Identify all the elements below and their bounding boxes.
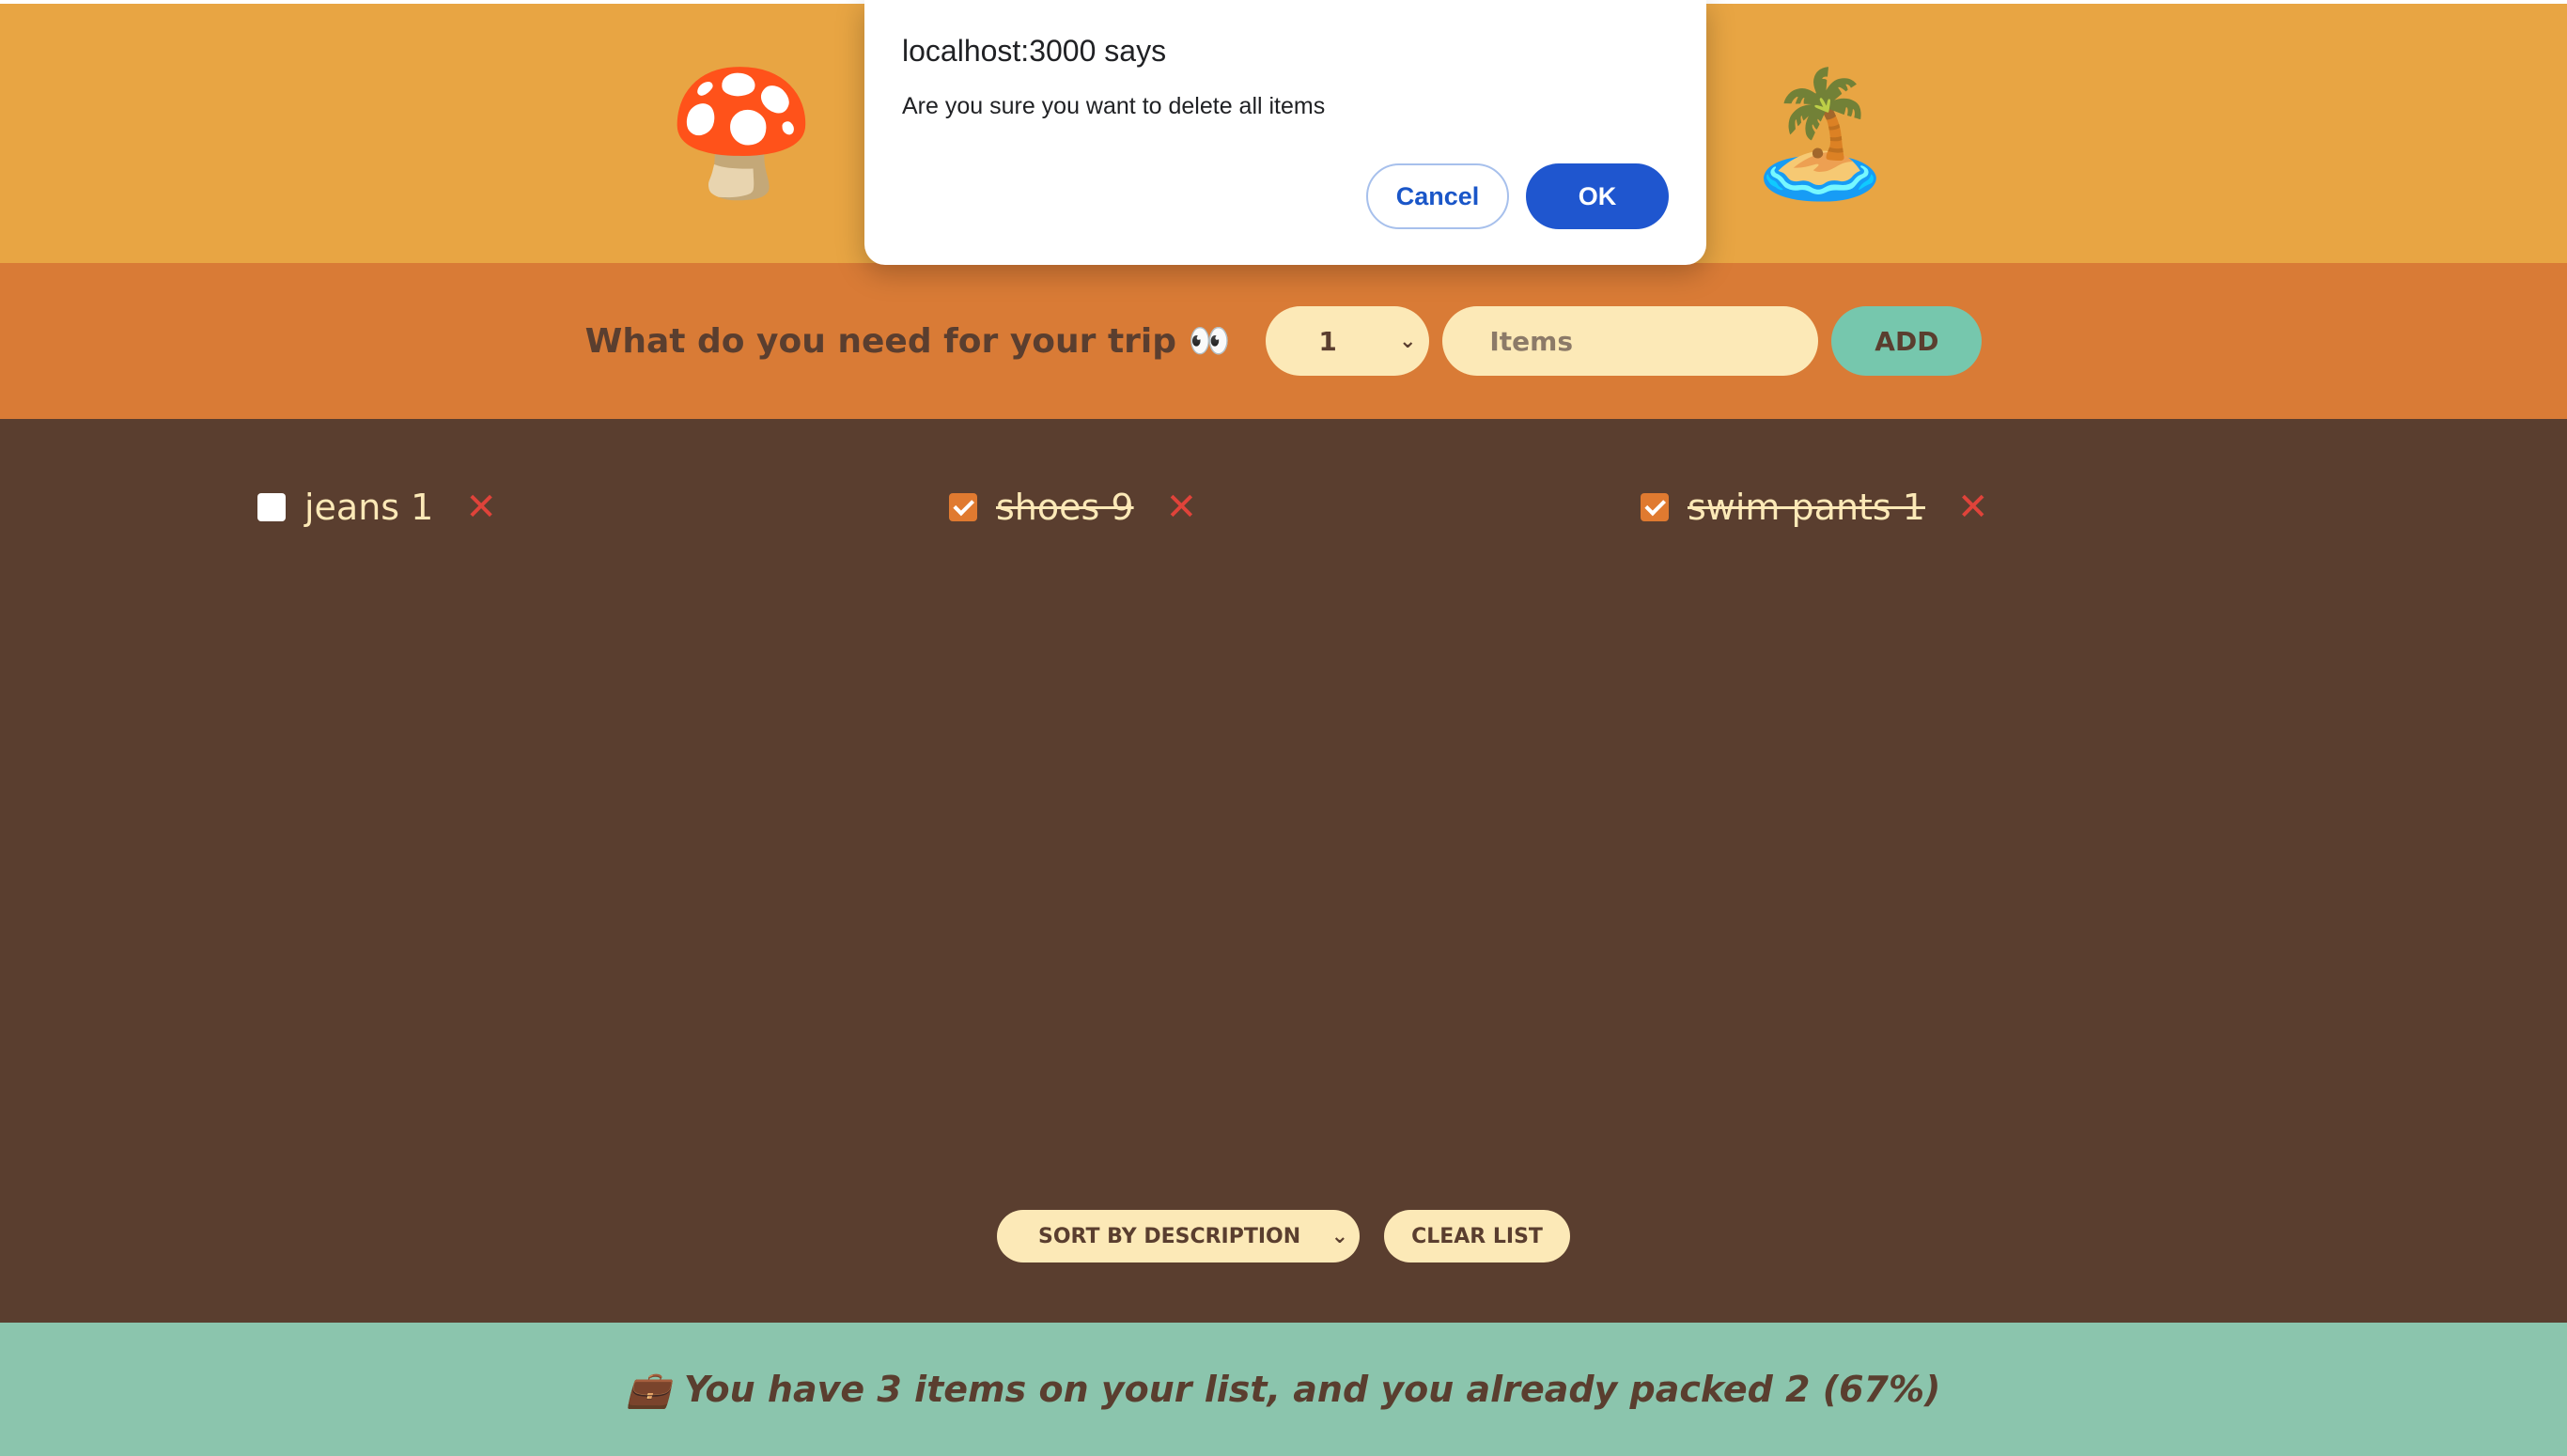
island-icon: 🏝️ xyxy=(1744,62,1902,205)
item-label: swim pants 1 xyxy=(1688,487,1925,528)
item-checkbox[interactable] xyxy=(949,493,977,521)
delete-icon[interactable]: ✕ xyxy=(1957,488,1989,526)
stats-text: You have 3 items on your list, and you a… xyxy=(683,1369,1941,1410)
clear-list-button[interactable]: CLEAR LIST xyxy=(1384,1210,1570,1262)
add-button[interactable]: ADD xyxy=(1831,306,1983,376)
form-question: What do you need for your trip 👀 xyxy=(584,322,1231,361)
item-label: shoes 9 xyxy=(996,487,1134,528)
delete-icon[interactable]: ✕ xyxy=(1166,488,1198,526)
delete-icon[interactable]: ✕ xyxy=(465,488,497,526)
add-item-form: What do you need for your trip 👀 1 ⌄ ADD xyxy=(0,263,2567,419)
item-checkbox[interactable] xyxy=(1641,493,1669,521)
chevron-down-icon: ⌄ xyxy=(1330,1224,1348,1248)
mushroom-icon: 🍄 xyxy=(665,62,823,205)
dialog-title: localhost:3000 says xyxy=(902,34,1167,68)
item-checkbox[interactable] xyxy=(257,493,286,521)
cancel-button[interactable]: Cancel xyxy=(1366,163,1509,229)
packing-list: jeans 1 ✕ shoes 9 ✕ swim pants 1 ✕ SORT … xyxy=(0,419,2567,1323)
stats-footer: 💼 You have 3 items on your list, and you… xyxy=(0,1323,2567,1456)
dialog-message: Are you sure you want to delete all item… xyxy=(902,93,1326,119)
sort-select-value: SORT BY DESCRIPTION xyxy=(1038,1224,1301,1248)
list-item: swim pants 1 ✕ xyxy=(1641,487,1989,528)
ok-button[interactable]: OK xyxy=(1526,163,1669,229)
item-label: jeans 1 xyxy=(304,487,434,528)
list-item: shoes 9 ✕ xyxy=(949,487,1197,528)
item-description-input[interactable] xyxy=(1442,306,1819,376)
list-item: jeans 1 ✕ xyxy=(257,487,497,528)
confirm-dialog: localhost:3000 says Are you sure you wan… xyxy=(864,0,1706,265)
chevron-down-icon: ⌄ xyxy=(1398,329,1417,353)
list-actions: SORT BY DESCRIPTION ⌄ CLEAR LIST xyxy=(0,1210,2567,1262)
quantity-select[interactable]: 1 ⌄ xyxy=(1266,306,1430,376)
briefcase-icon: 💼 xyxy=(626,1368,671,1410)
quantity-value: 1 xyxy=(1318,325,1337,357)
sort-select[interactable]: SORT BY DESCRIPTION ⌄ xyxy=(997,1210,1360,1262)
dialog-buttons: Cancel OK xyxy=(1366,163,1669,229)
